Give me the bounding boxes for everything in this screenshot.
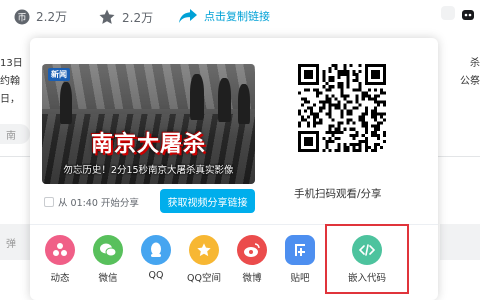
embed-code-highlight [325, 224, 409, 294]
copy-link-label: 点击复制链接 [204, 10, 270, 23]
get-share-link-button[interactable]: 获取视频分享链接 [160, 189, 255, 213]
robot-icon[interactable] [461, 6, 475, 20]
share-dynamic[interactable]: 动态 [38, 231, 82, 284]
bg-danmaku-label: 弹 [6, 239, 16, 250]
share-tieba[interactable]: 贴吧 [278, 231, 322, 284]
bg-tag-pill[interactable]: 南 [0, 124, 30, 144]
bg-desc-line-3: 日， [0, 94, 20, 105]
news-logo: 新闻 [48, 68, 70, 81]
weibo-icon [237, 235, 267, 265]
qr-code [298, 64, 386, 152]
coin-icon: 币 [14, 9, 30, 25]
thumb-figure [190, 74, 204, 120]
wechat-icon [93, 235, 123, 265]
thumb-figure [218, 78, 231, 122]
share-link-stat[interactable]: 点击复制链接 [178, 8, 270, 24]
share-weibo-label: 微博 [242, 273, 262, 284]
thumb-subtitle: 勿忘历史！2分15秒南京大屠杀真实影像 [63, 165, 234, 176]
favorite-stat[interactable]: 2.2万 [98, 8, 153, 26]
start-time-label: 从 01:40 开始分享 [58, 198, 139, 209]
favorite-count: 2.2万 [122, 10, 154, 25]
svg-text:币: 币 [17, 12, 26, 23]
start-time-option[interactable]: 从 01:40 开始分享 [44, 195, 139, 209]
share-popup: 新闻 南京大屠杀 勿忘历史！2分15秒南京大屠杀真实影像 手机扫码观看/分享 从… [30, 38, 438, 300]
qr-caption: 手机扫码观看/分享 [294, 188, 382, 200]
bg-desc-line-2: 约翰 [0, 76, 20, 87]
thumb-figure [238, 84, 250, 124]
thumb-title: 南京大屠杀 [90, 132, 206, 157]
bg-send-area [440, 224, 480, 260]
video-thumbnail[interactable]: 新闻 南京大屠杀 勿忘历史！2分15秒南京大屠杀真实影像 [42, 64, 255, 184]
star-icon [98, 8, 116, 26]
coin-count: 2.2万 [36, 10, 68, 24]
video-toolbar: 币 2.2万 2.2万 点击复制链接 [0, 0, 480, 34]
share-weibo[interactable]: 微博 [230, 231, 274, 284]
share-qq-label: QQ [148, 270, 164, 281]
share-qzone-label: QQ空间 [187, 273, 221, 284]
bg-tag-label: 南 [6, 131, 16, 142]
bg-desc-right-1: 杀 [470, 58, 480, 69]
share-qq[interactable]: QQ [134, 231, 178, 281]
bg-desc-right-2: 公祭 [460, 76, 480, 87]
bg-desc-line-1: 13日 [0, 58, 23, 69]
share-arrow-icon [178, 8, 198, 24]
share-tieba-label: 贴吧 [290, 273, 310, 284]
tieba-icon [285, 235, 315, 265]
share-dynamic-label: 动态 [50, 273, 70, 284]
thumb-figure [60, 82, 72, 124]
coin-stat[interactable]: 币 2.2万 [14, 8, 67, 25]
share-wechat[interactable]: 微信 [86, 231, 130, 284]
qq-icon [141, 235, 171, 265]
share-qzone[interactable]: QQ空间 [182, 231, 226, 284]
qzone-icon [189, 235, 219, 265]
start-time-checkbox[interactable] [44, 197, 54, 207]
menu-icon[interactable] [441, 6, 455, 20]
share-wechat-label: 微信 [98, 273, 118, 284]
dynamic-icon [45, 235, 75, 265]
page: 币 2.2万 2.2万 点击复制链接 13日 约翰 日， 杀 公祭 南 弹 新闻… [0, 0, 480, 300]
